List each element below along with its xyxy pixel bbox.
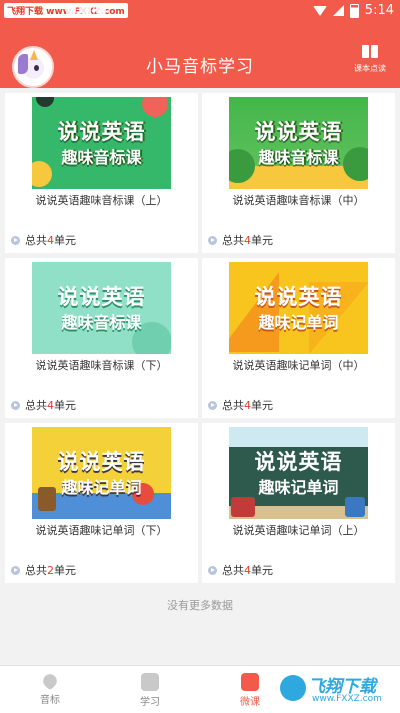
tab-study[interactable]: 学习	[100, 666, 200, 713]
open-book-icon	[362, 45, 378, 60]
wifi-icon	[312, 5, 327, 16]
play-icon	[11, 565, 20, 575]
page-title: 小马音标学习	[146, 57, 254, 77]
thumb-line1: 说说英语	[57, 450, 146, 474]
status-time: 5:14	[364, 3, 394, 18]
course-title: 说说英语趣味音标课（下）	[35, 359, 168, 372]
thumb-line1: 说说英语	[57, 285, 146, 309]
course-title: 说说英语趣味音标课（上）	[35, 194, 168, 207]
play-icon	[11, 235, 20, 245]
course-thumbnail: 说说英语 趣味音标课	[32, 262, 171, 354]
play-icon	[208, 400, 217, 410]
course-thumbnail: 说说英语 趣味记单词	[229, 427, 368, 519]
status-bar: 飞翔下载 www.FXXZ.com 5:14	[0, 0, 400, 22]
textbook-read-button[interactable]: 课本点读	[350, 45, 390, 74]
course-thumbnail: 说说英语 趣味音标课	[229, 97, 368, 189]
course-thumbnail: 说说英语 趣味记单词	[32, 427, 171, 519]
book-icon	[141, 673, 159, 691]
course-units: 总共 4 单元	[208, 562, 273, 578]
textbook-read-label: 课本点读	[354, 64, 386, 73]
course-card[interactable]: 说说英语 趣味记单词 说说英语趣味记单词（中） 总共 4 单元	[202, 258, 395, 418]
course-title: 说说英语趣味音标课（中）	[232, 194, 365, 207]
thumb-line2: 趣味音标课	[258, 148, 339, 167]
notification-icons	[66, 4, 106, 14]
thumb-line1: 说说英语	[254, 285, 343, 309]
thumb-line2: 趣味记单词	[258, 313, 339, 332]
thumb-line1: 说说英语	[254, 120, 343, 144]
watermark-overlay: 飞翔下载 www.FXXZ.com	[276, 670, 394, 708]
battery-icon	[349, 3, 359, 18]
thumb-line2: 趣味音标课	[61, 313, 142, 332]
signal-icon	[332, 5, 344, 16]
bookmark-icon	[241, 673, 259, 691]
course-title: 说说英语趣味记单词（下）	[35, 524, 168, 537]
tab-label: 音标	[40, 695, 60, 706]
no-more-data: 没有更多数据	[167, 599, 233, 612]
course-card[interactable]: 说说英语 趣味音标课 说说英语趣味音标课（中） 总共 4 单元	[202, 93, 395, 253]
thumb-line2: 趣味记单词	[61, 478, 142, 497]
watermark-logo-icon	[280, 675, 306, 701]
course-units: 总共 4 单元	[208, 232, 273, 248]
course-card[interactable]: 说说英语 趣味记单词 说说英语趣味记单词（上） 总共 4 单元	[202, 423, 395, 583]
thumb-line2: 趣味记单词	[258, 478, 339, 497]
thumb-line2: 趣味音标课	[61, 148, 142, 167]
tab-label: 学习	[140, 697, 160, 708]
course-thumbnail: 说说英语 趣味记单词	[229, 262, 368, 354]
course-thumbnail: 说说英语 趣味音标课	[32, 97, 171, 189]
heart-a-icon	[40, 671, 60, 691]
course-title: 说说英语趣味记单词（上）	[232, 524, 365, 537]
play-icon	[11, 400, 20, 410]
course-units: 总共 4 单元	[11, 232, 76, 248]
course-card[interactable]: 说说英语 趣味音标课 说说英语趣味音标课（上） 总共 4 单元	[5, 93, 198, 253]
course-grid: 说说英语 趣味音标课 说说英语趣味音标课（上） 总共 4 单元 说说英语 趣味音标课…	[5, 93, 395, 583]
app-header: 小马音标学习 课本点读	[0, 22, 400, 88]
tab-phonetics[interactable]: 音标	[0, 666, 100, 713]
play-icon	[208, 565, 217, 575]
course-title: 说说英语趣味记单词（中）	[232, 359, 365, 372]
course-units: 总共 4 单元	[208, 397, 273, 413]
course-card[interactable]: 说说英语 趣味音标课 说说英语趣味音标课（下） 总共 4 单元	[5, 258, 198, 418]
play-icon	[208, 235, 217, 245]
thumb-line1: 说说英语	[57, 120, 146, 144]
thumb-line1: 说说英语	[254, 450, 343, 474]
course-card[interactable]: 说说英语 趣味记单词 说说英语趣味记单词（下） 总共 2 单元	[5, 423, 198, 583]
course-units: 总共 2 单元	[11, 562, 76, 578]
course-units: 总共 4 单元	[11, 397, 76, 413]
